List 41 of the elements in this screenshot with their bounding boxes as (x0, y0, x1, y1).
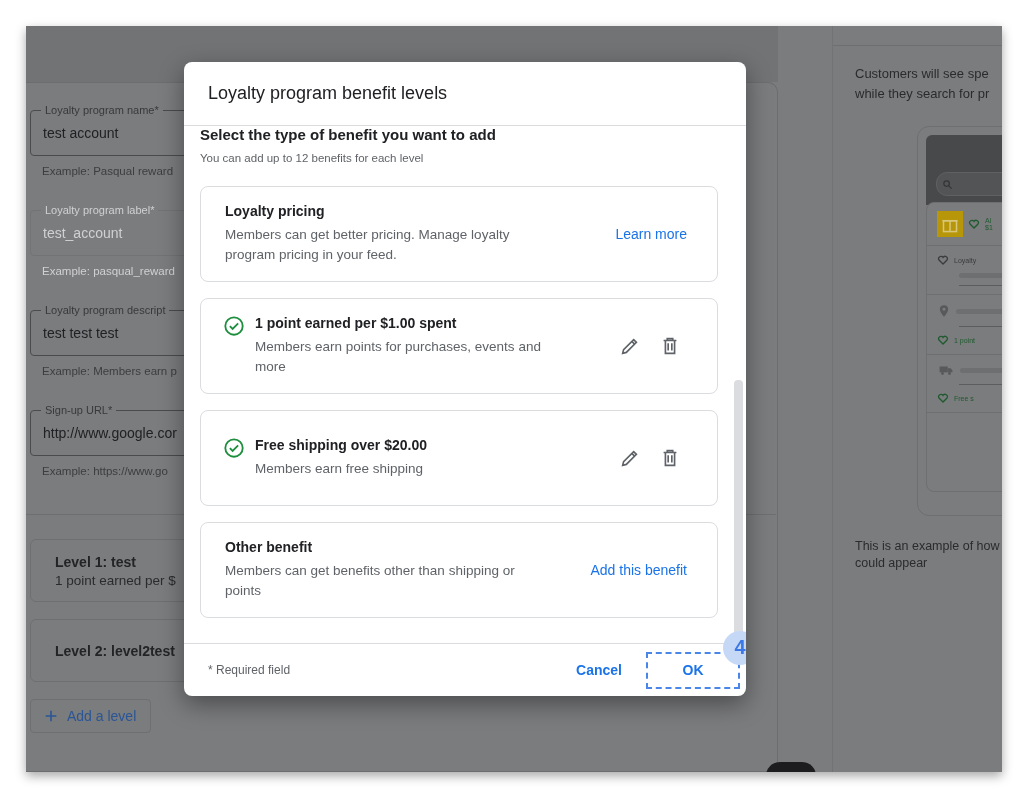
search-icon (942, 178, 953, 190)
field-hint: Example: Pasqual reward (42, 165, 175, 177)
benefit-title: Loyalty pricing (225, 203, 326, 219)
field-value: test account (43, 125, 119, 141)
field-value: test test test (43, 325, 119, 341)
benefit-title: 1 point earned per $1.00 spent (255, 315, 458, 331)
level-subtitle: 1 point earned per $ (55, 573, 176, 588)
gift-icon (937, 211, 963, 237)
step-number-badge: 4 (723, 630, 746, 665)
benefit-title: Other benefit (225, 539, 314, 555)
field-label: Loyalty program name* (41, 104, 163, 116)
field-hint: Example: https://www.go (42, 465, 169, 477)
benefit-description: Members earn free shipping (255, 460, 425, 478)
preview-caption: This is an example of how could appear (854, 538, 1001, 572)
field-hint: Example: pasqual_reward (42, 265, 176, 277)
field-value: test_account (43, 225, 123, 241)
check-circle-icon (223, 315, 245, 337)
heart-icon (937, 392, 949, 404)
map-pin-icon (937, 303, 951, 319)
preview-intro: Customers will see spe while they search for pr (854, 65, 991, 103)
cancel-button[interactable]: Cancel (566, 651, 632, 689)
check-circle-icon (223, 437, 245, 459)
heart-icon (968, 218, 980, 230)
heart-icon (937, 254, 949, 266)
field-label: Loyalty program label* (41, 204, 159, 216)
learn-more-link[interactable]: Learn more (615, 226, 687, 242)
dialog-title: Loyalty program benefit levels (208, 83, 448, 104)
plus-icon (43, 708, 59, 724)
add-benefit-link[interactable]: Add this benefit (590, 562, 687, 578)
benefit-title: Free shipping over $20.00 (255, 437, 428, 453)
heart-icon (937, 334, 949, 346)
field-label: Loyalty program descript (41, 304, 170, 316)
benefit-description: Members can get better pricing. Manage loyalty program pricing in your feed. (225, 226, 511, 264)
level-title: Level 1: test (55, 554, 137, 570)
level-title: Level 2: level2test (55, 643, 175, 659)
field-value: http://www.google.cor (43, 425, 177, 441)
fab-button[interactable] (766, 762, 816, 772)
benefit-description: Members earn points for purchases, events and more (255, 338, 542, 376)
required-note: * Required field (208, 663, 291, 677)
field-label: Sign-up URL* (41, 404, 117, 416)
benefit-description: Members can get benefits other than shipping or points (225, 562, 516, 600)
